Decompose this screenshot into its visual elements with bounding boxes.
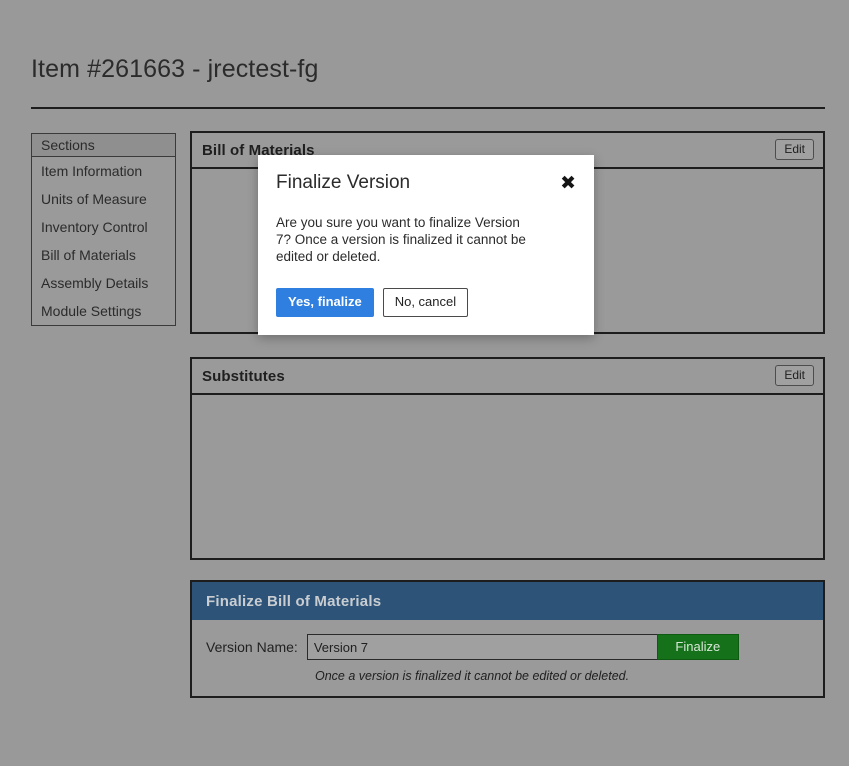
sidebar-item-item-information[interactable]: Item Information — [32, 157, 175, 185]
modal-title: Finalize Version — [276, 172, 411, 193]
sidebar-item-units-of-measure[interactable]: Units of Measure — [32, 185, 175, 213]
version-name-row: Version Name: Finalize — [206, 634, 823, 660]
sidebar-header: Sections — [32, 134, 175, 157]
finalize-panel-body: Version Name: Finalize Once a version is… — [192, 620, 823, 696]
sidebar-item-inventory-control[interactable]: Inventory Control — [32, 213, 175, 241]
finalize-version-modal: Finalize Version ✖ Are you sure you want… — [258, 155, 594, 335]
finalize-panel-title: Finalize Bill of Materials — [206, 592, 382, 610]
finalize-hint-text: Once a version is finalized it cannot be… — [315, 669, 630, 683]
sidebar-item-module-settings[interactable]: Module Settings — [32, 297, 175, 325]
substitutes-panel-body — [192, 395, 823, 558]
version-name-label: Version Name: — [206, 639, 298, 655]
bill-of-materials-edit-button[interactable]: Edit — [775, 139, 814, 160]
substitutes-edit-button[interactable]: Edit — [775, 365, 814, 386]
close-icon[interactable]: ✖ — [560, 174, 576, 193]
modal-body-text: Are you sure you want to finalize Versio… — [276, 215, 526, 264]
substitutes-panel: Substitutes Edit — [190, 357, 825, 560]
no-cancel-button[interactable]: No, cancel — [382, 288, 469, 317]
finalize-button[interactable]: Finalize — [656, 634, 739, 660]
modal-footer: Yes, finalize No, cancel — [276, 288, 469, 317]
sidebar-item-bill-of-materials[interactable]: Bill of Materials — [32, 241, 175, 269]
finalize-panel-header: Finalize Bill of Materials — [192, 582, 823, 620]
finalize-bill-of-materials-panel: Finalize Bill of Materials Version Name:… — [190, 580, 825, 698]
version-name-input[interactable] — [306, 634, 657, 660]
sidebar-item-assembly-details[interactable]: Assembly Details — [32, 269, 175, 297]
yes-finalize-button[interactable]: Yes, finalize — [276, 288, 374, 317]
modal-header: Finalize Version ✖ — [258, 155, 594, 194]
substitutes-panel-title: Substitutes — [202, 367, 285, 385]
page-title: Item #261663 - jrectest-fg — [31, 55, 319, 83]
substitutes-panel-header: Substitutes Edit — [192, 359, 823, 395]
sections-sidebar: Sections Item Information Units of Measu… — [31, 133, 176, 326]
title-divider — [31, 107, 825, 109]
